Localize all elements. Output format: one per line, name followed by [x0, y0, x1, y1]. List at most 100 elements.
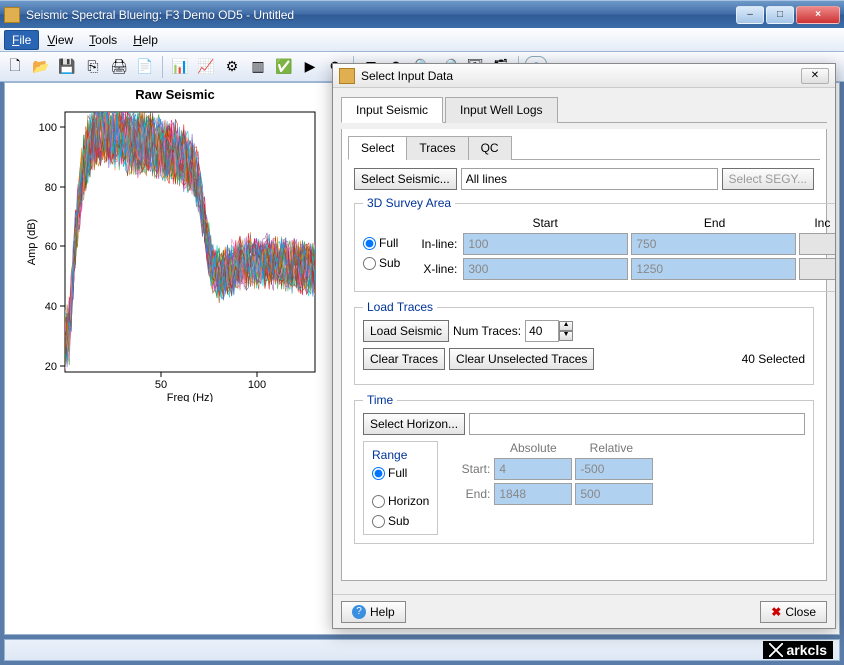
- lines-field[interactable]: [461, 168, 718, 190]
- xline-label: X-line:: [410, 262, 460, 276]
- survey-full-radio[interactable]: Full: [363, 236, 400, 250]
- app-icon: [4, 7, 20, 23]
- help-button[interactable]: ? Help: [341, 601, 406, 623]
- dialog-icon: [339, 68, 355, 84]
- inline-end[interactable]: [631, 233, 796, 255]
- bars-icon[interactable]: ▥: [247, 56, 269, 78]
- brand-logo-icon: [769, 643, 783, 657]
- svg-text:80: 80: [45, 182, 57, 194]
- apply-icon[interactable]: ▶: [299, 56, 321, 78]
- survey-start-header: Start: [460, 216, 630, 230]
- tab-panel: Select Traces QC Select Seismic... Selec…: [341, 129, 827, 581]
- main-titlebar: Seismic Spectral Blueing: F3 Demo OD5 - …: [0, 0, 844, 28]
- subtab-select[interactable]: Select: [348, 136, 407, 160]
- chart-ylabel: Amp (dB): [26, 219, 38, 265]
- xline-inc: [799, 258, 835, 280]
- range-label: Range: [372, 448, 429, 462]
- horizon-field[interactable]: [469, 413, 805, 435]
- spin-up-icon[interactable]: ▲: [559, 321, 573, 331]
- dialog-title: Select Input Data: [361, 69, 453, 83]
- status-bar: arkcls: [4, 639, 840, 661]
- export-icon[interactable]: 📄: [134, 56, 156, 78]
- blueing-icon[interactable]: 📈: [195, 56, 217, 78]
- window-close-button[interactable]: ×: [796, 6, 840, 24]
- range-full-radio[interactable]: Full: [372, 466, 429, 480]
- range-box: Range Full Horizon Sub: [363, 441, 438, 535]
- survey-end-header: End: [630, 216, 800, 230]
- range-horizon-radio[interactable]: Horizon: [372, 494, 429, 508]
- clear-unselected-button[interactable]: Clear Unselected Traces: [449, 348, 594, 370]
- close-button[interactable]: ✖ Close: [760, 601, 827, 623]
- abs-start[interactable]: [494, 458, 572, 480]
- print-icon[interactable]: 🖨: [108, 56, 130, 78]
- select-seismic-button[interactable]: Select Seismic...: [354, 168, 457, 190]
- params-icon[interactable]: ⚙: [221, 56, 243, 78]
- range-sub-radio[interactable]: Sub: [372, 514, 429, 528]
- relative-label: Relative: [572, 441, 650, 455]
- open-icon[interactable]: 📂: [30, 56, 52, 78]
- svg-text:60: 60: [45, 241, 57, 253]
- svg-text:20: 20: [45, 361, 57, 373]
- xline-start[interactable]: [463, 258, 628, 280]
- new-icon[interactable]: 🗋: [4, 56, 26, 78]
- help-circle-icon: ?: [352, 605, 366, 619]
- num-traces-input[interactable]: [525, 320, 559, 342]
- survey-fieldset: 3D Survey Area Full Sub: [354, 196, 835, 292]
- select-input-dialog: Select Input Data ✕ Input Seismic Input …: [332, 63, 836, 629]
- dialog-footer: ? Help ✖ Close: [333, 594, 835, 628]
- load-legend: Load Traces: [363, 300, 437, 314]
- load-seismic-button[interactable]: Load Seismic: [363, 320, 449, 342]
- close-x-icon: ✖: [771, 605, 781, 619]
- chart-title: Raw Seismic: [25, 87, 325, 102]
- sub-tabs: Select Traces QC: [348, 135, 820, 160]
- num-traces-stepper[interactable]: ▲▼: [525, 320, 573, 342]
- dialog-titlebar: Select Input Data ✕: [333, 64, 835, 88]
- menu-file[interactable]: File: [4, 30, 39, 50]
- subtab-traces[interactable]: Traces: [406, 136, 468, 160]
- menu-view[interactable]: View: [39, 30, 81, 50]
- rel-end[interactable]: [575, 483, 653, 505]
- clear-traces-button[interactable]: Clear Traces: [363, 348, 445, 370]
- chart-canvas: 50 100 20 40 60 80 100 Freq (Hz) Amp (dB…: [25, 102, 325, 402]
- tab-input-well-logs[interactable]: Input Well Logs: [445, 97, 558, 123]
- select-horizon-button[interactable]: Select Horizon...: [363, 413, 465, 435]
- selected-count: 40 Selected: [742, 352, 805, 366]
- svg-text:100: 100: [39, 122, 57, 134]
- inline-inc: [799, 233, 835, 255]
- dialog-tabs: Input Seismic Input Well Logs: [341, 96, 827, 123]
- inline-label: In-line:: [410, 237, 460, 251]
- xline-end[interactable]: [631, 258, 796, 280]
- survey-sub-radio[interactable]: Sub: [363, 256, 400, 270]
- maximize-button[interactable]: □: [766, 6, 794, 24]
- tab-input-seismic[interactable]: Input Seismic: [341, 97, 443, 123]
- time-fieldset: Time Select Horizon... Range Full Horizo…: [354, 393, 814, 544]
- window-title: Seismic Spectral Blueing: F3 Demo OD5 - …: [26, 8, 736, 22]
- subtab-qc[interactable]: QC: [468, 136, 512, 160]
- dialog-close-icon[interactable]: ✕: [801, 68, 829, 84]
- chart-xlabel: Freq (Hz): [167, 392, 213, 402]
- minimize-button[interactable]: –: [736, 6, 764, 24]
- separator: [162, 56, 163, 78]
- chart: Raw Seismic 50 100 20 40 60 80 100 Freq …: [25, 87, 325, 407]
- spectra-icon[interactable]: 📊: [169, 56, 191, 78]
- select-panel: Select Seismic... Select SEGY... 3D Surv…: [348, 160, 820, 558]
- menu-tools[interactable]: Tools: [81, 30, 125, 50]
- select-segy-button[interactable]: Select SEGY...: [722, 168, 815, 190]
- abs-end[interactable]: [494, 483, 572, 505]
- inline-start[interactable]: [463, 233, 628, 255]
- time-end-label: End:: [452, 487, 494, 501]
- time-legend: Time: [363, 393, 397, 407]
- rel-start[interactable]: [575, 458, 653, 480]
- check-icon[interactable]: ✅: [273, 56, 295, 78]
- svg-text:40: 40: [45, 301, 57, 313]
- save-icon[interactable]: 💾: [56, 56, 78, 78]
- absolute-label: Absolute: [494, 441, 572, 455]
- menubar: File View Tools Help: [0, 28, 844, 52]
- survey-legend: 3D Survey Area: [363, 196, 455, 210]
- time-start-label: Start:: [452, 462, 494, 476]
- num-traces-label: Num Traces:: [453, 324, 521, 338]
- saveas-icon[interactable]: ⎘: [82, 56, 104, 78]
- menu-help[interactable]: Help: [125, 30, 166, 50]
- load-fieldset: Load Traces Load Seismic Num Traces: ▲▼ …: [354, 300, 814, 385]
- spin-down-icon[interactable]: ▼: [559, 331, 573, 341]
